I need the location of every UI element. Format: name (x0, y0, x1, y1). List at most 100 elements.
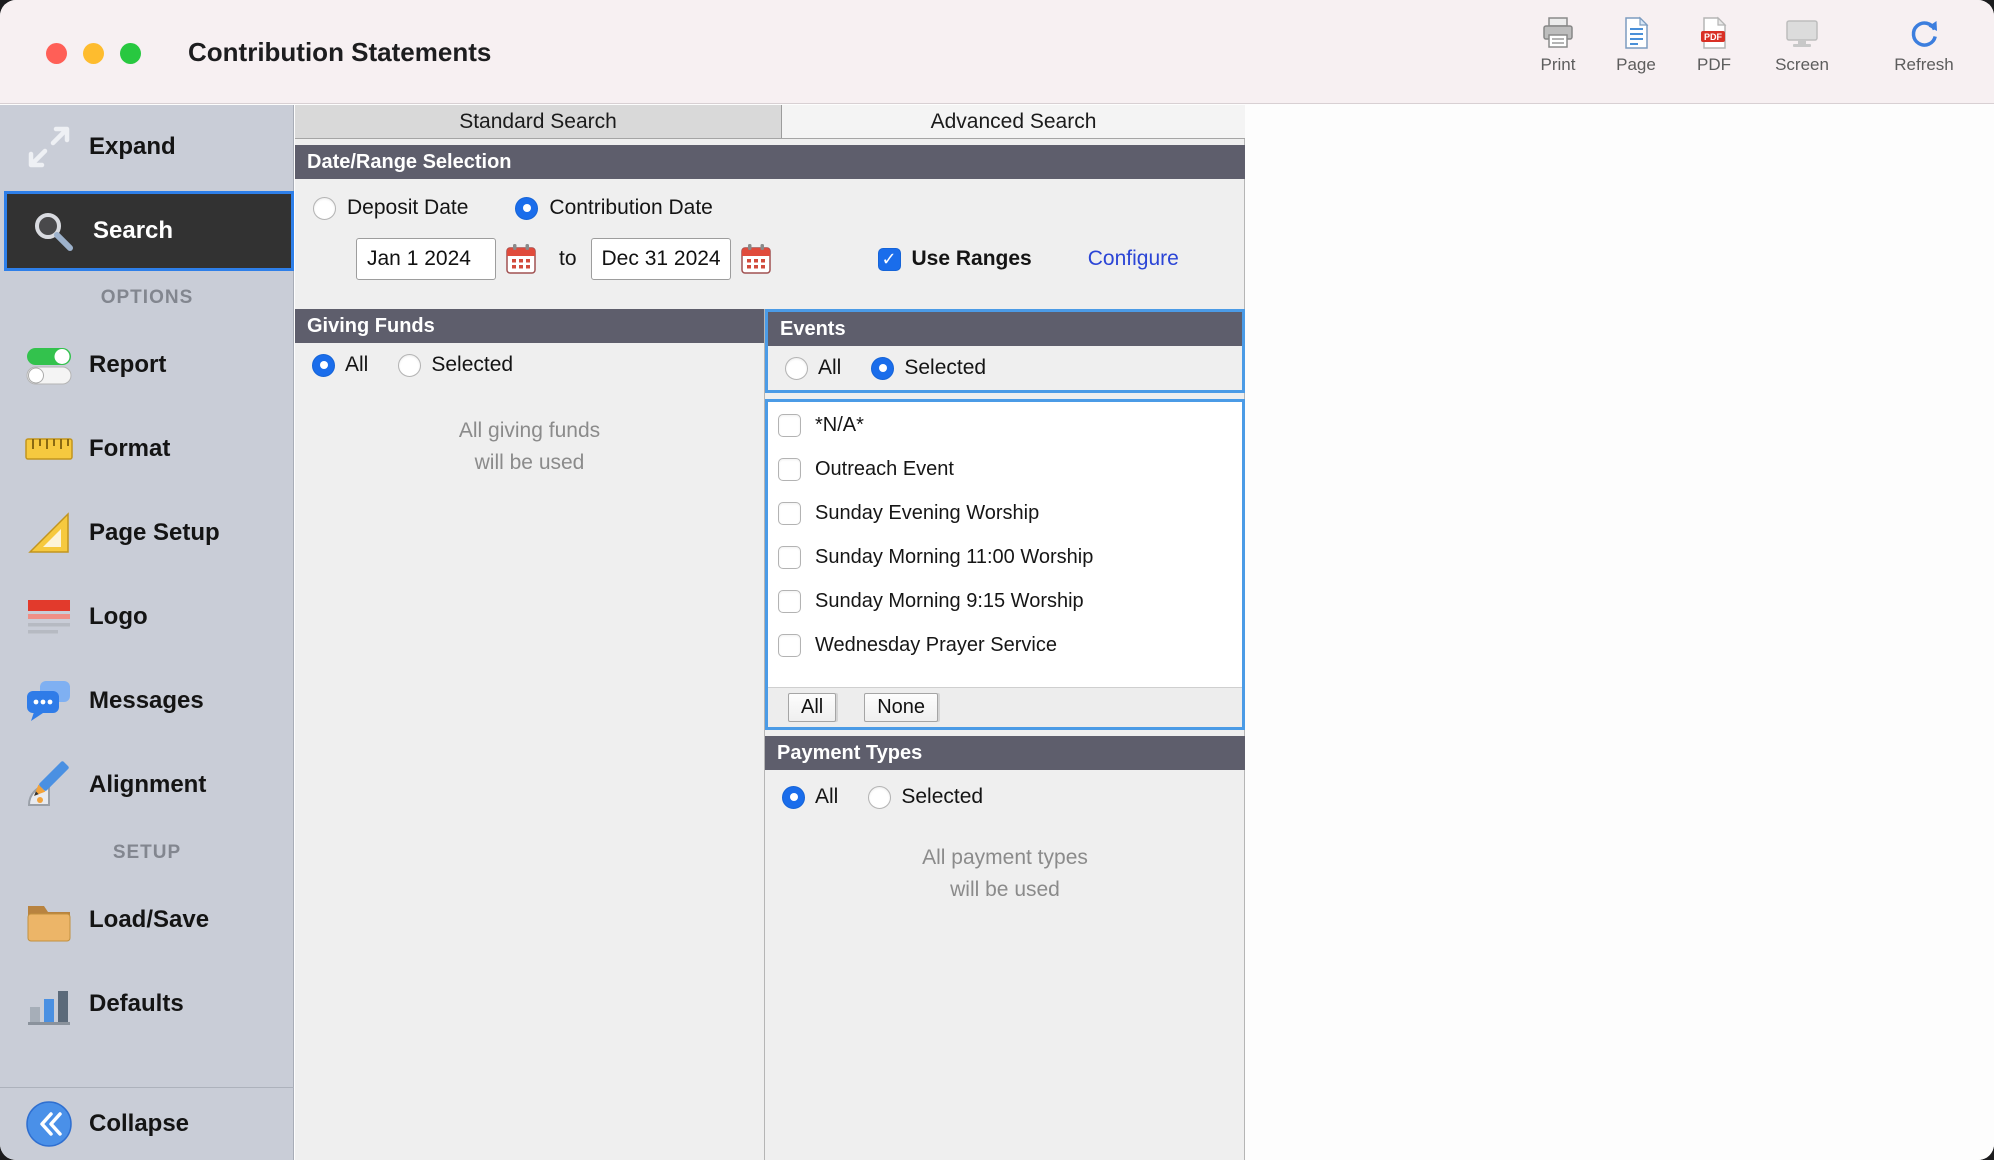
sidebar-item-search[interactable]: Search (4, 191, 294, 271)
event-checkbox[interactable] (778, 502, 801, 525)
pdf-button[interactable]: PDF PDF (1668, 16, 1760, 75)
payment-types-selected-label: Selected (901, 785, 983, 809)
refresh-button[interactable]: Refresh (1878, 16, 1970, 75)
from-date-input[interactable] (356, 238, 496, 280)
sidebar-item-label: Page Setup (89, 519, 220, 547)
sidebar-item-label: Report (89, 351, 166, 379)
screen-icon (1784, 16, 1820, 50)
screen-button[interactable]: Screen (1756, 16, 1848, 75)
event-checkbox[interactable] (778, 634, 801, 657)
sidebar-item-defaults[interactable]: Defaults (0, 962, 294, 1046)
giving-funds-radio-group: All Selected (295, 343, 764, 387)
expand-icon (21, 119, 77, 175)
search-panel: Standard Search Advanced Search Date/Ran… (295, 105, 1245, 1160)
events-list: *N/A* Outreach Event Sunday Evening Wors… (768, 402, 1242, 687)
sidebar-item-alignment[interactable]: Alignment (0, 743, 294, 827)
sidebar-item-collapse[interactable]: Collapse (0, 1087, 294, 1160)
events-actions-row: All None (768, 687, 1242, 727)
refresh-icon (1907, 16, 1941, 50)
payment-types-radio-group: All Selected (765, 775, 1245, 819)
sidebar-item-messages[interactable]: Messages (0, 659, 294, 743)
sidebar-item-label: Alignment (89, 771, 206, 799)
giving-funds-selected-label: Selected (431, 353, 513, 377)
deposit-date-label: Deposit Date (347, 196, 468, 220)
giving-funds-header: Giving Funds (295, 309, 764, 343)
pdf-icon: PDF (1697, 16, 1731, 50)
event-list-item[interactable]: Sunday Evening Worship (768, 491, 1242, 535)
set-square-icon (21, 505, 77, 561)
payment-types-all-radio[interactable] (782, 786, 805, 809)
event-checkbox[interactable] (778, 458, 801, 481)
payment-types-selected-radio[interactable] (868, 786, 891, 809)
search-tabbar: Standard Search Advanced Search (295, 105, 1245, 139)
event-list-item[interactable]: Sunday Morning 11:00 Worship (768, 535, 1242, 579)
chat-bubbles-icon (21, 673, 77, 729)
events-select-none-button[interactable]: None (864, 693, 938, 722)
zoom-window-button[interactable] (120, 43, 141, 64)
giving-funds-all-label: All (345, 353, 368, 377)
tab-advanced-search[interactable]: Advanced Search (782, 105, 1245, 138)
date-type-radio-group: Deposit Date Contribution Date (295, 193, 713, 223)
preview-area (1246, 105, 1994, 1160)
events-list-box: *N/A* Outreach Event Sunday Evening Wors… (765, 399, 1245, 730)
main-area: Standard Search Advanced Search Date/Ran… (295, 105, 1994, 1160)
events-header-box: Events All Selected (765, 309, 1245, 393)
contribution-date-radio[interactable] (515, 197, 538, 220)
close-window-button[interactable] (46, 43, 67, 64)
screen-label: Screen (1775, 55, 1829, 74)
minimize-window-button[interactable] (83, 43, 104, 64)
event-checkbox[interactable] (778, 546, 801, 569)
pencil-protractor-icon (21, 757, 77, 813)
use-ranges-checkbox[interactable]: ✓ (878, 248, 901, 271)
event-checkbox[interactable] (778, 590, 801, 613)
use-ranges-label: Use Ranges (912, 247, 1032, 271)
events-selected-radio[interactable] (871, 357, 894, 380)
date-range-header: Date/Range Selection (295, 145, 1245, 179)
sidebar: Expand Search OPTIONS Report (0, 105, 294, 1160)
search-icon (25, 203, 81, 259)
tab-standard-search[interactable]: Standard Search (295, 105, 782, 138)
page-label: Page (1616, 55, 1656, 74)
sidebar-item-load-save[interactable]: Load/Save (0, 878, 294, 962)
giving-funds-all-radio[interactable] (312, 354, 335, 377)
giving-funds-selected-radio[interactable] (398, 354, 421, 377)
to-date-input[interactable] (591, 238, 731, 280)
svg-text:PDF: PDF (1704, 32, 1723, 42)
payment-types-header: Payment Types (765, 736, 1245, 770)
event-list-item[interactable]: Wednesday Prayer Service (768, 623, 1242, 667)
sidebar-item-label: Collapse (89, 1110, 189, 1138)
pdf-label: PDF (1697, 55, 1731, 74)
event-list-item[interactable]: Sunday Morning 9:15 Worship (768, 579, 1242, 623)
events-select-all-button[interactable]: All (788, 693, 836, 722)
calendar-icon (740, 243, 772, 275)
sidebar-item-expand[interactable]: Expand (0, 105, 294, 189)
configure-link[interactable]: Configure (1088, 247, 1179, 271)
to-date-picker-button[interactable] (740, 243, 772, 275)
app-window: Contribution Statements Print Page (0, 0, 1994, 1160)
payment-types-note: All payment types will be used (765, 842, 1245, 906)
titlebar: Contribution Statements Print Page (0, 0, 1994, 104)
giving-funds-note: All giving funds will be used (295, 415, 764, 479)
folder-icon (21, 892, 77, 948)
events-radio-group: All Selected (768, 346, 1242, 390)
printer-icon (1540, 16, 1576, 50)
sidebar-item-report[interactable]: Report (0, 323, 294, 407)
sidebar-item-label: Defaults (89, 990, 184, 1018)
deposit-date-radio[interactable] (313, 197, 336, 220)
events-header: Events (768, 312, 1242, 346)
sidebar-item-label: Format (89, 435, 170, 463)
event-checkbox[interactable] (778, 414, 801, 437)
events-panel: Events All Selected *N/A* (765, 309, 1245, 1160)
to-label: to (559, 247, 577, 271)
sidebar-section-options: OPTIONS (0, 287, 294, 309)
from-date-picker-button[interactable] (505, 243, 537, 275)
print-label: Print (1541, 55, 1576, 74)
sidebar-item-format[interactable]: Format (0, 407, 294, 491)
sidebar-item-page-setup[interactable]: Page Setup (0, 491, 294, 575)
event-list-item[interactable]: Outreach Event (768, 447, 1242, 491)
refresh-label: Refresh (1894, 55, 1954, 74)
sidebar-item-logo[interactable]: Logo (0, 575, 294, 659)
event-list-item[interactable]: *N/A* (768, 403, 1242, 447)
calendar-icon (505, 243, 537, 275)
events-all-radio[interactable] (785, 357, 808, 380)
